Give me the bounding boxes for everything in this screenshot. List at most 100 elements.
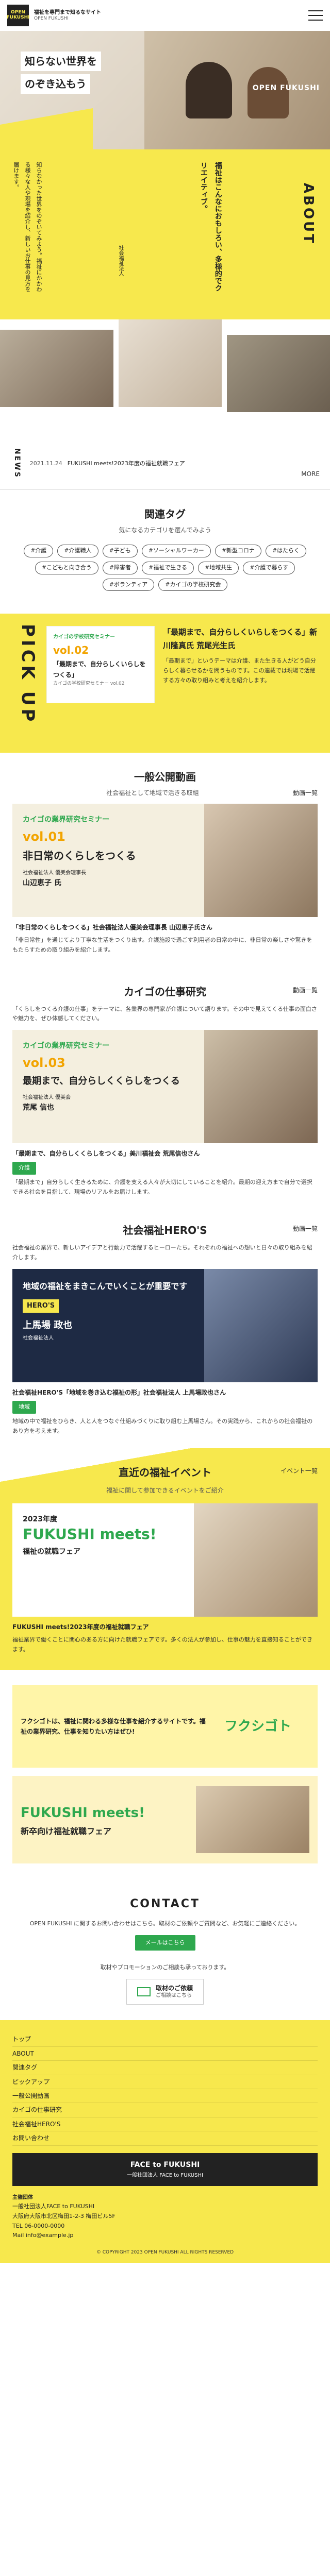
- event-flyer[interactable]: 2023年度 FUKUSHI meets! 福祉の就職フェア: [12, 1503, 318, 1617]
- tag-item[interactable]: #ソーシャルワーカー: [141, 545, 211, 558]
- pickup-text: 「最期まで」というテーマは介護、また生きる人がどう自分らしく暮らせるかを問うもの…: [163, 657, 316, 684]
- collage-photo-right: [227, 335, 330, 412]
- general-videos-section: 一般公開動画 社会福祉として地域で活きる取組 動画一覧 カイゴの業界研究セミナー…: [0, 753, 330, 971]
- general-body: 「非日常性」を通じてより丁寧な生活をつくり出す。介護施設で過ごす利用者の日常の中…: [12, 937, 312, 953]
- research-title: カイゴの仕事研究: [124, 985, 206, 998]
- general-title: 一般公開動画: [134, 771, 196, 784]
- interview-banner[interactable]: 取材のご依頼 ご相談はこちら: [126, 1978, 204, 2005]
- heros-card-brand: HERO'S: [23, 1299, 59, 1313]
- news-date: 2021.11.24: [29, 460, 62, 467]
- event-more-link[interactable]: イベント一覧: [280, 1466, 318, 1476]
- footer-link[interactable]: お問い合わせ: [12, 2131, 318, 2146]
- research-video-card[interactable]: カイゴの業界研究セミナー vol.03 最期まで、自分らしくくらしをつくる 社会…: [12, 1029, 318, 1143]
- event-flyer-year: 2023年度: [23, 1515, 57, 1523]
- footer-copyright: © COPYRIGHT 2023 OPEN FUKUSHI ALL RIGHTS…: [96, 2250, 234, 2256]
- footer-link[interactable]: ABOUT: [12, 2047, 318, 2061]
- research-card-vol: vol.03: [23, 1055, 65, 1070]
- general-speaker-photo: [204, 803, 318, 917]
- hero: 知らない世界を のぞき込もう OPEN FUKUSHI: [0, 31, 330, 149]
- heros-caption[interactable]: 社会福祉HERO'S「地域を巻き込む福祉の形」社会福祉法人 上馬場政也さん: [12, 1387, 318, 1398]
- research-speaker-name: 荒尾 信也: [23, 1104, 54, 1112]
- footer-links: トップ ABOUT 関連タグ ピックアップ 一般公開動画 カイゴの仕事研究 社会福祉HERO…: [12, 2032, 318, 2146]
- collage-photo-center: [119, 319, 222, 407]
- contact-text: OPEN FUKUSHI に関するお問い合わせはこちら。取材のご依頼やご質問など…: [29, 1920, 301, 1927]
- research-intro: 「くらしをつくる介護の仕事」をテーマに、各業界の専門家が介護について語ります。そ…: [12, 1005, 317, 1022]
- footer-link[interactable]: トップ: [12, 2032, 318, 2047]
- research-caption[interactable]: 「最期まで、自分らしくくらしをつくる」美川福祉会 荒尾信也さん: [12, 1148, 318, 1159]
- fukushigoto-text: フクシゴトは、福祉に関わる多様な仕事を紹介するサイトです。福祉の業界研究、仕事を…: [21, 1718, 206, 1736]
- about-text: 知らなかった世界をのぞいてみよう。福祉にかかわる様々な人や現場を紹介し、新しいお…: [13, 162, 42, 292]
- tag-item[interactable]: #介護職人: [57, 545, 98, 558]
- research-card-head: カイゴの業界研究セミナー: [23, 1041, 109, 1050]
- tag-item[interactable]: #ボランティア: [102, 578, 155, 591]
- footer-link[interactable]: カイゴの仕事研究: [12, 2103, 318, 2117]
- photo-collage: [0, 319, 330, 443]
- news-more-link[interactable]: MORE: [301, 469, 320, 479]
- research-badge[interactable]: 介護: [12, 1162, 36, 1175]
- pickup-card[interactable]: カイゴの学校研究セミナー vol.02 「最期まで、自分らしくいらしをつくる」 …: [46, 626, 155, 704]
- tag-list: #介護 #介護職人 #子ども #ソーシャルワーカー #新型コロナ #はたらく #こどもと向き…: [15, 543, 315, 593]
- pickup-label: PICK UP: [17, 624, 38, 725]
- footer-logo[interactable]: FACE to FUKUSHI 一般社団法人 FACE to FUKUSHI: [12, 2153, 318, 2187]
- event-flyer-title: FUKUSHI meets!: [23, 1526, 157, 1543]
- hero-catch-1: 知らない世界を: [21, 52, 101, 71]
- site-header: OPEN FUKUSHI 福祉を専門まで知るなサイト OPEN FUKUSHI: [0, 0, 330, 31]
- event-caption[interactable]: FUKUSHI meets!2023年度の福祉就職フェア: [12, 1622, 318, 1632]
- research-more-link[interactable]: 動画一覧: [293, 985, 318, 995]
- fukushi-meets-banner[interactable]: FUKUSHI meets! 新卒向け福祉就職フェア: [12, 1776, 318, 1864]
- general-more-link[interactable]: 動画一覧: [293, 788, 318, 798]
- footer-mail[interactable]: Mail info@example.jp: [12, 2231, 318, 2241]
- pickup-vol: vol.02: [53, 644, 89, 657]
- footer-link[interactable]: 一般公開動画: [12, 2089, 318, 2104]
- mail-button[interactable]: メールはこちら: [135, 1935, 195, 1951]
- heros-badge[interactable]: 地域: [12, 1401, 36, 1414]
- footer-link[interactable]: 社会福祉HERO'S: [12, 2117, 318, 2132]
- tag-item[interactable]: #カイゴの学校研究会: [158, 578, 228, 591]
- fukushigoto-banner[interactable]: フクシゴトは、福祉に関わる多様な仕事を紹介するサイトです。福祉の業界研究、仕事を…: [12, 1685, 318, 1768]
- footer-logo-title: FACE to FUKUSHI: [130, 2160, 200, 2169]
- tag-item[interactable]: #福祉で生きる: [142, 562, 194, 574]
- heros-section: 社会福祉HERO'S 動画一覧 社会福祉の業界で、新しいアイデアと行動力で活躍す…: [0, 1209, 330, 1449]
- tag-item[interactable]: #介護: [24, 545, 54, 558]
- tag-item[interactable]: #地域共生: [198, 562, 239, 574]
- general-card-vol: vol.01: [23, 829, 65, 844]
- news-headline[interactable]: FUKUSHI meets!2023年度の福祉就職フェア: [68, 459, 185, 469]
- hero-catch-2: のぞき込もう: [21, 74, 91, 94]
- general-card-title: 非日常のくらしをつくる: [23, 850, 136, 862]
- general-caption[interactable]: 「非日常のくらしをつくる」社会福祉法人優美会理事長 山辺恵子氏さん: [12, 922, 318, 933]
- tag-item[interactable]: #はたらく: [265, 545, 306, 558]
- meets-photo: [196, 1786, 309, 1854]
- footer-tel: TEL 06-0000-0000: [12, 2222, 65, 2229]
- site-footer: トップ ABOUT 関連タグ ピックアップ 一般公開動画 カイゴの仕事研究 社会福祉HERO…: [0, 2020, 330, 2263]
- header-logo-group[interactable]: OPEN FUKUSHI 福祉を専門まで知るなサイト OPEN FUKUSHI: [7, 5, 101, 26]
- tag-item[interactable]: #新型コロナ: [214, 545, 261, 558]
- heros-body: 地域の中で福祉をひらき、人と人をつなぐ仕組みづくりに取り組む上馬場さん。その実践…: [12, 1417, 313, 1434]
- tag-item[interactable]: #介護で暮らす: [243, 562, 295, 574]
- event-section: 直近の福祉イベント イベント一覧 福祉に関して参加できるイベントをご紹介 202…: [0, 1448, 330, 1670]
- pickup-title[interactable]: 「最期まで、自分らしくいらしをつくる」新川隆真氏 荒尾光生氏: [163, 626, 320, 652]
- interview-sub: ご相談はこちら: [155, 1993, 192, 1999]
- general-video-card[interactable]: カイゴの業界研究セミナー vol.01 非日常のくらしをつくる 社会福祉法人 優…: [12, 803, 318, 917]
- general-card-head: カイゴの業界研究セミナー: [23, 815, 109, 824]
- footer-link[interactable]: 関連タグ: [12, 2061, 318, 2075]
- heros-video-card[interactable]: 地域の福祉をまきこんでいくことが重要です HERO'S 上馬場 政也 社会福祉法…: [12, 1268, 318, 1382]
- heros-intro: 社会福祉の業界で、新しいアイデアと行動力で活躍するヒーローたち。それぞれの福祉へ…: [12, 1244, 312, 1261]
- research-body: 「最期まで」自分らしく生きるために、介護を支える人々が大切にしていることを紹介。…: [12, 1179, 312, 1195]
- tags-subtitle: 気になるカテゴリを選んでみよう: [119, 527, 211, 534]
- research-speaker-photo: [204, 1029, 318, 1143]
- research-card-title: 最期まで、自分らしくくらしをつくる: [23, 1075, 180, 1087]
- general-speaker-name: 山辺恵子 氏: [23, 879, 61, 888]
- tag-item[interactable]: #子ども: [102, 545, 138, 558]
- pickup-card-sub: カイゴの学校研究セミナー vol.02: [53, 681, 125, 687]
- hamburger-icon[interactable]: [308, 10, 323, 21]
- site-logo[interactable]: OPEN FUKUSHI: [7, 5, 29, 26]
- header-tagline-sub: OPEN FUKUSHI: [34, 15, 69, 21]
- research-speaker-role: 社会福祉法人 優美会: [23, 1095, 71, 1101]
- heros-more-link[interactable]: 動画一覧: [293, 1224, 318, 1234]
- tag-item[interactable]: #障害者: [102, 562, 138, 574]
- tag-item[interactable]: #こどもと向き合う: [35, 562, 98, 574]
- footer-link[interactable]: ピックアップ: [12, 2075, 318, 2090]
- event-subtitle: 福祉に関して参加できるイベントをご紹介: [106, 1487, 224, 1495]
- news-section: NEWS 2021.11.24 FUKUSHI meets!2023年度の福祉就…: [0, 443, 330, 490]
- tags-title: 関連タグ: [144, 508, 186, 520]
